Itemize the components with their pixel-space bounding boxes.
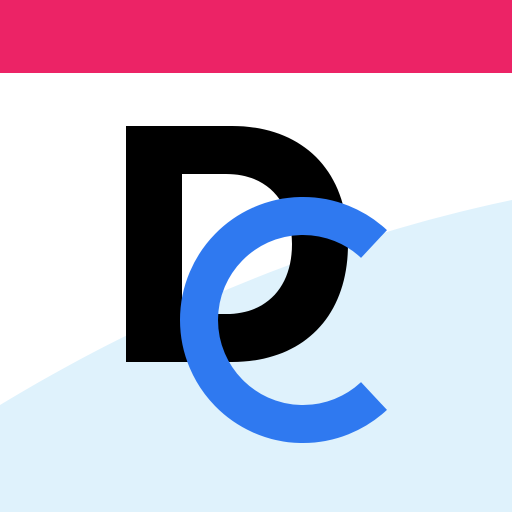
dc-logo [0,126,512,512]
app-icon [0,0,512,512]
